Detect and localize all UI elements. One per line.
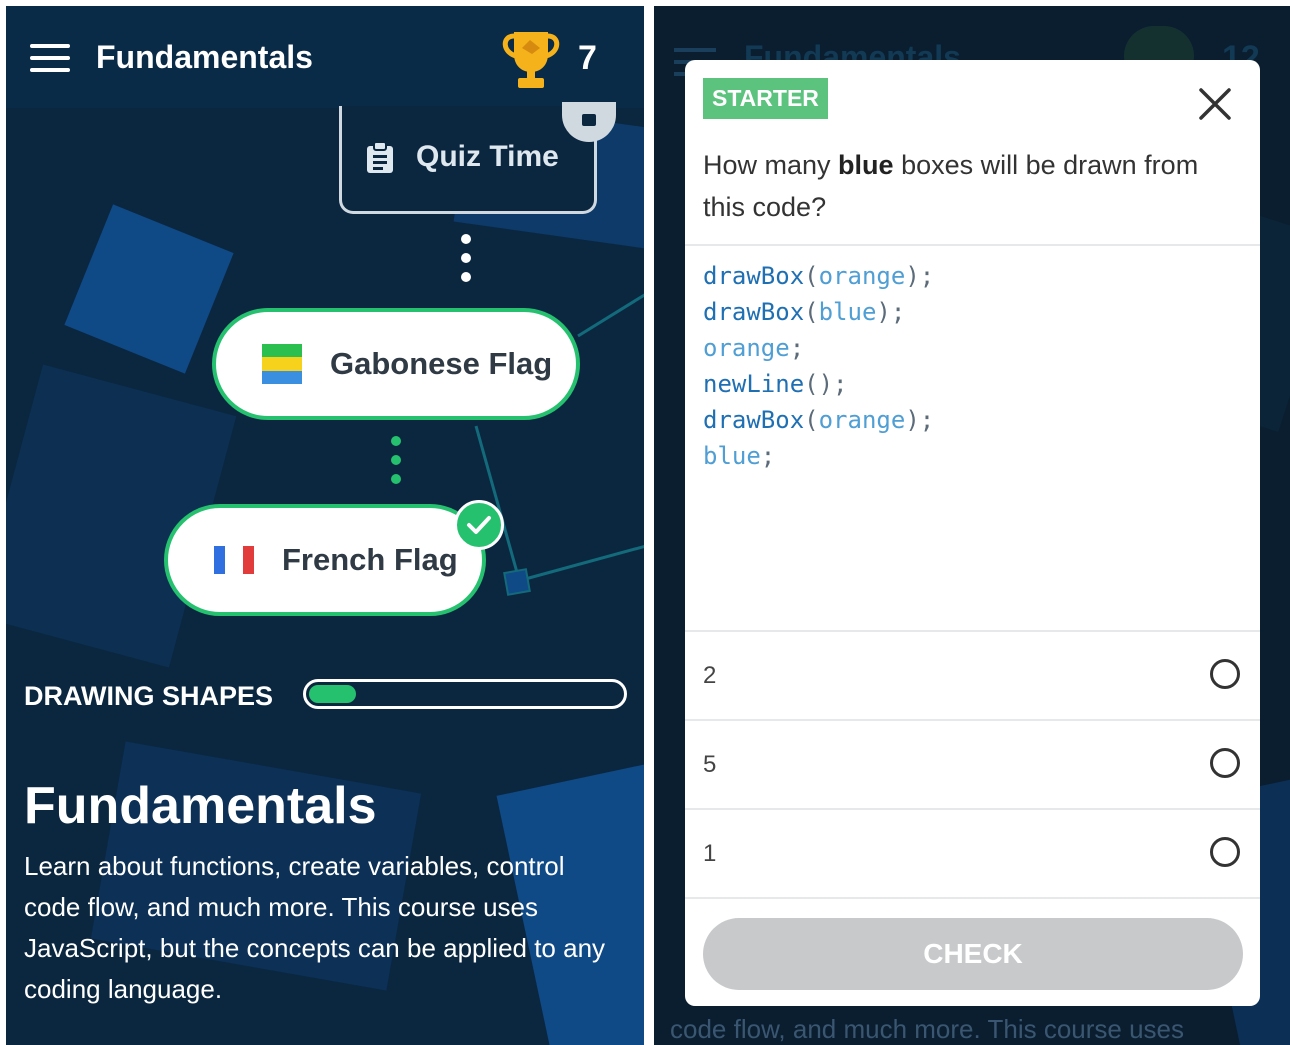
lesson-label: Gabonese Flag (330, 346, 553, 381)
quiz-screen: Fundamentals 12 code flow, and much more… (654, 6, 1290, 1045)
radio-button[interactable] (1210, 659, 1240, 689)
difficulty-badge: STARTER (703, 78, 828, 119)
path-connector (461, 234, 471, 291)
page-title: Fundamentals (96, 39, 313, 75)
app-bar: Fundamentals 7 (6, 6, 644, 108)
radio-button[interactable] (1210, 837, 1240, 867)
answer-option[interactable]: 2 (685, 632, 1260, 718)
answer-option[interactable]: 5 (685, 721, 1260, 807)
section-progress-bar (303, 679, 627, 709)
quiz-time-label: Quiz Time (416, 140, 559, 173)
divider (685, 244, 1260, 246)
answer-option[interactable]: 1 (685, 810, 1260, 896)
french-flag-icon (214, 546, 254, 574)
code-line: drawBox(orange); (703, 262, 935, 290)
lesson-node-gabonese-flag[interactable]: Gabonese Flag (212, 308, 580, 420)
progress-fill (309, 685, 356, 703)
code-line: orange; (703, 334, 805, 362)
background-description: code flow, and much more. This course us… (670, 1014, 1184, 1044)
option-label: 2 (703, 662, 717, 689)
question-text: How many blue boxes will be drawn from t… (703, 150, 1199, 222)
code-line: blue; (703, 442, 776, 470)
quiz-time-node[interactable]: Quiz Time (339, 106, 597, 214)
gabonese-flag-icon (262, 344, 302, 384)
trophy-count: 7 (578, 39, 597, 77)
trophy-icon[interactable] (496, 26, 566, 92)
course-description: Learn about functions, create variables,… (24, 851, 606, 1004)
lesson-label: French Flag (282, 542, 458, 577)
option-label: 1 (703, 840, 717, 867)
menu-icon[interactable] (30, 44, 72, 74)
question-emphasis: blue (838, 150, 894, 180)
divider (685, 897, 1260, 899)
option-label: 5 (703, 751, 717, 778)
code-line: drawBox(orange); (703, 406, 935, 434)
clipboard-icon (367, 142, 393, 173)
path-connector (391, 436, 401, 493)
radio-button[interactable] (1210, 748, 1240, 778)
lesson-node-french-flag[interactable]: French Flag (164, 504, 486, 616)
code-block: drawBox(orange); drawBox(blue); orange; new… (703, 258, 934, 474)
quiz-modal: STARTER How many blue boxes will be draw… (685, 60, 1260, 1006)
code-line: drawBox(blue); (703, 298, 906, 326)
section-label: DRAWING SHAPES (24, 681, 274, 711)
check-button[interactable]: CHECK (703, 918, 1243, 990)
course-map-screen: Fundamentals 7 Quiz Time Gabonese Flag F… (6, 6, 644, 1045)
checkmark-icon (454, 500, 504, 550)
course-title: Fundamentals (24, 777, 377, 835)
close-icon[interactable] (1195, 84, 1235, 124)
code-line: newLine(); (703, 370, 848, 398)
